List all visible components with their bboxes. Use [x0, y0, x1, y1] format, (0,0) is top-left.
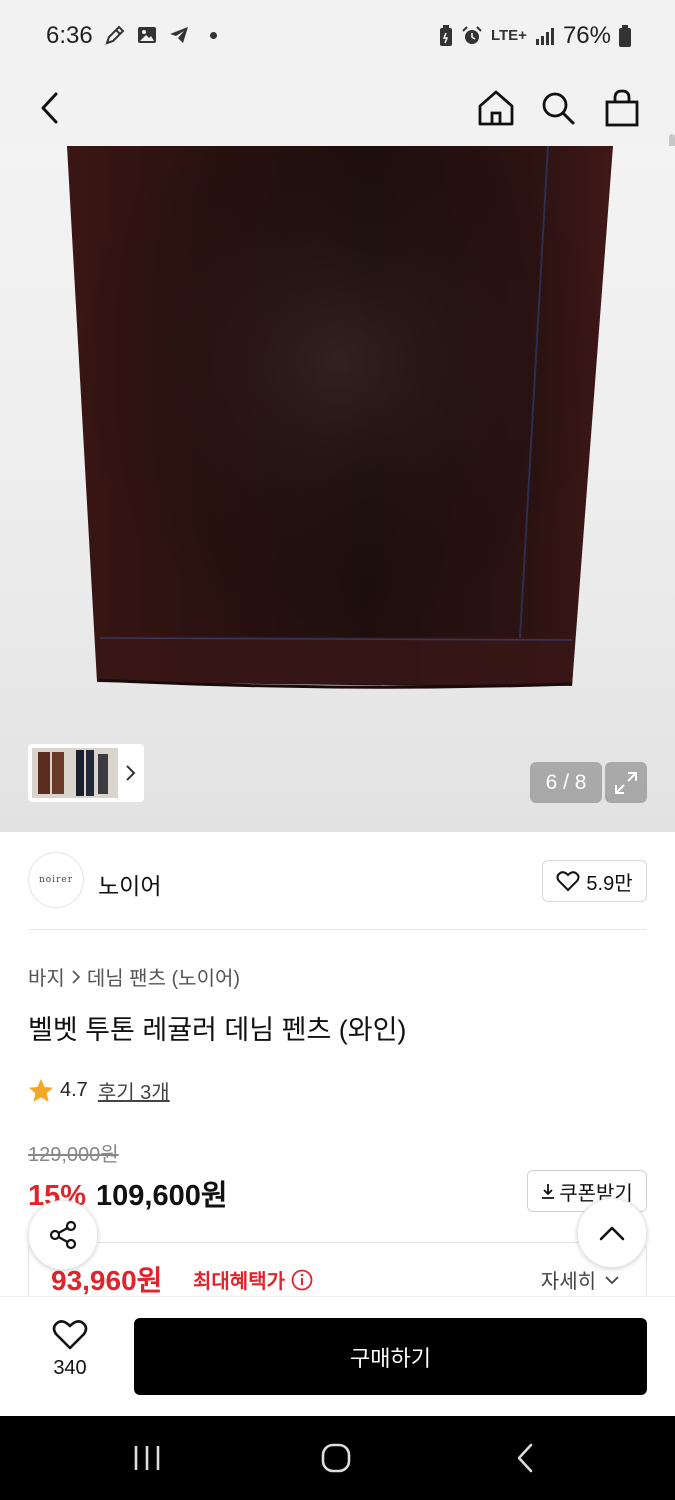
recents-icon [134, 1446, 160, 1470]
more-notifications-dot [210, 31, 217, 39]
sale-price: 109,600원 [96, 1180, 228, 1212]
divider [28, 929, 647, 930]
shopping-bag-icon [605, 89, 639, 127]
share-button[interactable] [28, 1200, 98, 1270]
benefit-detail-toggle[interactable]: 자세히 [541, 1265, 620, 1294]
expand-icon [615, 771, 637, 794]
alarm-icon [462, 26, 482, 44]
wishlist-count: 340 [53, 1357, 87, 1379]
system-indicators: LTE+ 76% [439, 22, 631, 50]
info-icon[interactable] [291, 1269, 313, 1291]
home-circle-icon [321, 1443, 351, 1473]
benefit-label: 최대혜택가 [193, 1271, 285, 1293]
search-icon [542, 92, 575, 125]
bottom-action-bar: 340 구매하기 [0, 1296, 675, 1416]
search-button[interactable] [530, 80, 586, 136]
battery-percent: 76% [562, 22, 611, 49]
detail-label: 자세히 [540, 1271, 596, 1293]
status-bar: 6:36 LTE+ 76% [0, 0, 675, 72]
brand-name[interactable]: 노이어 [98, 867, 161, 901]
rating-value: 4.7 [60, 1079, 88, 1101]
breadcrumb-subcategory[interactable]: 데님 팬츠 (노이어) [87, 962, 240, 991]
back-arrow-icon [41, 92, 58, 124]
cart-button[interactable] [594, 80, 650, 136]
star-icon [29, 1078, 53, 1102]
image-page-counter: 6 / 8 [530, 762, 602, 803]
heart-icon [556, 871, 580, 892]
chevron-right-icon [126, 765, 136, 781]
rating-row: 4.7 후기 3개 [28, 1076, 170, 1105]
max-benefit-box[interactable]: 93,960원 최대혜택가 자세히 [28, 1242, 647, 1302]
thumbnail-strip[interactable] [28, 744, 144, 802]
brand-like-count: 5.9만 [586, 872, 633, 895]
download-icon [542, 1184, 555, 1199]
battery-icon [619, 25, 631, 47]
top-navigation [0, 72, 675, 226]
chevron-up-icon [599, 1226, 625, 1241]
scroll-to-top-button[interactable] [577, 1198, 647, 1268]
chevron-down-icon [605, 1275, 619, 1284]
pencil-icon [105, 25, 125, 45]
expand-image-button[interactable] [605, 762, 647, 803]
breadcrumb-category[interactable]: 바지 [28, 962, 65, 991]
breadcrumb: 바지 데님 팬츠 (노이어) [28, 962, 240, 991]
brand-logo[interactable]: noirer [28, 852, 84, 908]
notification-icons [104, 24, 217, 46]
gallery-icon [138, 27, 156, 43]
review-link[interactable]: 후기 3개 [98, 1076, 170, 1105]
heart-icon [52, 1320, 88, 1350]
lte-icon: LTE+ [490, 27, 527, 44]
system-home-button[interactable] [306, 1438, 366, 1478]
system-back-button[interactable] [495, 1438, 555, 1478]
back-icon [517, 1443, 533, 1473]
back-button[interactable] [22, 80, 78, 136]
recents-button[interactable] [117, 1438, 177, 1478]
signal-icon [535, 28, 554, 45]
chevron-right-icon [72, 969, 80, 984]
product-title: 벨벳 투톤 레귤러 데님 펜츠 (와인) [28, 1015, 407, 1045]
battery-saver-icon [439, 25, 452, 46]
share-icon [49, 1220, 77, 1250]
benefit-label-group: 최대혜택가 [193, 1265, 313, 1294]
telegram-icon [170, 27, 188, 43]
product-image-gallery[interactable]: 6 / 8 [0, 146, 675, 832]
home-button[interactable] [468, 80, 524, 136]
status-time: 6:36 [46, 22, 93, 49]
wishlist-button[interactable]: 340 [30, 1319, 110, 1399]
brand-row[interactable]: noirer 노이어 5.9만 [28, 852, 647, 910]
thumbnail-image [32, 748, 118, 798]
system-navigation-bar [0, 1416, 675, 1500]
brand-like-button[interactable]: 5.9만 [542, 860, 647, 902]
original-price: 129,000원 [28, 1144, 119, 1166]
home-icon [478, 90, 514, 126]
product-photo [67, 146, 613, 689]
buy-button[interactable]: 구매하기 [134, 1318, 647, 1395]
